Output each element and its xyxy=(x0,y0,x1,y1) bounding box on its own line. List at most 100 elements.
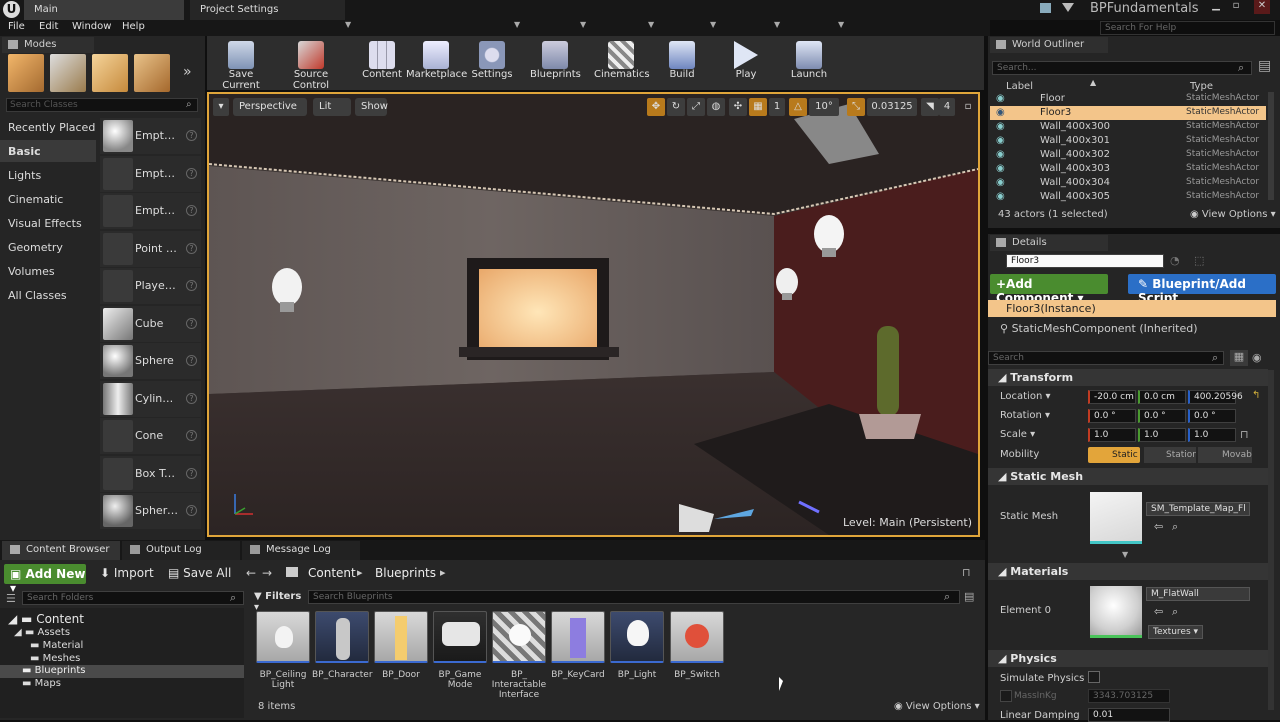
mesh-thumbnail[interactable] xyxy=(1090,492,1142,544)
asset-tile[interactable] xyxy=(610,611,664,663)
outliner-view-options[interactable]: ◉ View Options ▾ xyxy=(1190,209,1276,220)
placeable-point-light[interactable]: Point Ligh? xyxy=(100,231,201,267)
material-thumbnail[interactable] xyxy=(1090,586,1142,638)
tab-output-log[interactable]: Output Log xyxy=(122,541,240,560)
outliner-row[interactable]: ◉ Wall_400x302 StaticMeshActor xyxy=(990,148,1266,162)
physics-section-header[interactable]: ◢ Physics xyxy=(988,650,1268,667)
type-column-header[interactable]: Type xyxy=(1190,81,1213,92)
help-icon[interactable]: ? xyxy=(186,280,197,291)
eye-icon[interactable]: ◉ xyxy=(996,121,1005,132)
location-z-field[interactable]: 400.20596 xyxy=(1188,390,1243,404)
forward-arrow-icon[interactable]: → xyxy=(262,566,272,580)
help-icon[interactable]: ? xyxy=(186,430,197,441)
show-button[interactable]: Show xyxy=(355,98,388,116)
outliner-row[interactable]: ◉ Wall_400x301 StaticMeshActor xyxy=(990,134,1266,148)
details-settings-icon[interactable]: ⬚ xyxy=(1194,254,1204,267)
scale-icon[interactable]: ⤢ xyxy=(687,98,705,116)
content-button[interactable]: Content xyxy=(360,36,404,86)
outliner-row[interactable]: ◉ Floor StaticMeshActor xyxy=(990,92,1266,106)
minimize-button[interactable]: ▁ xyxy=(1208,0,1224,14)
eye-icon[interactable]: ◉ xyxy=(996,93,1005,104)
mass-override-checkbox[interactable] xyxy=(1000,690,1012,702)
actor-name-field[interactable]: Floor3 xyxy=(1006,254,1164,268)
placeable-cube[interactable]: Cube? xyxy=(100,306,201,342)
category-basic[interactable]: Basic xyxy=(0,140,96,162)
maximize-viewport-icon[interactable]: ▫ xyxy=(961,98,975,116)
category-recently-placed[interactable]: Recently Placed xyxy=(0,116,96,138)
maximize-button[interactable]: ▫ xyxy=(1228,0,1244,14)
tree-item-maps[interactable]: ▬ Maps xyxy=(22,678,61,689)
translate-icon[interactable]: ✥ xyxy=(647,98,665,116)
add-component-button[interactable]: +Add Component ▾ xyxy=(990,274,1108,305)
save-current-button[interactable]: Save Current xyxy=(210,36,272,91)
scale-x-field[interactable]: 1.0 xyxy=(1088,428,1136,442)
scale-snap-value[interactable]: 0.03125 xyxy=(867,98,917,116)
content-view-options[interactable]: ◉ View Options ▾ xyxy=(894,701,980,712)
eye-icon[interactable]: ◉ xyxy=(996,191,1005,202)
eye-icon[interactable]: ◉ xyxy=(996,107,1005,118)
rotation-snap-value[interactable]: 10° xyxy=(809,98,839,116)
lock-icon[interactable]: ◔ xyxy=(1170,254,1180,267)
sources-toggle-icon[interactable]: ☰ xyxy=(6,592,16,605)
outliner-row[interactable]: ◉ Wall_400x303 StaticMeshActor xyxy=(990,162,1266,176)
viewport-options-icon[interactable]: ▾ xyxy=(213,98,229,116)
source-control-button[interactable]: Source Control xyxy=(276,36,346,91)
help-icon[interactable]: ? xyxy=(186,355,197,366)
grid-snap-value[interactable]: 1 xyxy=(769,98,785,116)
help-search-input[interactable]: Search For Help xyxy=(1100,21,1275,35)
help-icon[interactable]: ? xyxy=(186,243,197,254)
details-tab[interactable]: Details xyxy=(990,235,1108,251)
lit-button[interactable]: Lit xyxy=(313,98,351,116)
expand-arrow-icon[interactable]: ▼ xyxy=(1122,550,1128,559)
scale-y-field[interactable]: 1.0 xyxy=(1138,428,1186,442)
help-icon[interactable]: ? xyxy=(186,468,197,479)
menu-file[interactable]: File xyxy=(8,21,25,32)
category-geometry[interactable]: Geometry xyxy=(0,236,96,258)
location-label[interactable]: Location ▾ xyxy=(1000,391,1051,402)
scale-z-field[interactable]: 1.0 xyxy=(1188,428,1236,442)
landscape-mode-icon[interactable] xyxy=(92,54,128,92)
asset-tile[interactable] xyxy=(433,611,487,663)
component-row[interactable]: ⚲ StaticMeshComponent (Inherited) xyxy=(1000,322,1198,335)
category-all-classes[interactable]: All Classes xyxy=(0,284,96,306)
save-all-button[interactable]: ▤ Save All xyxy=(168,566,231,580)
tab-project-settings[interactable]: Project Settings xyxy=(190,0,345,20)
eye-icon[interactable]: ◉ xyxy=(996,135,1005,146)
help-icon[interactable]: ? xyxy=(186,318,197,329)
category-lights[interactable]: Lights xyxy=(0,164,96,186)
blueprints-dropdown-icon[interactable]: ▼ xyxy=(580,20,586,29)
help-icon[interactable]: ? xyxy=(186,205,197,216)
launch-dropdown-icon[interactable]: ▼ xyxy=(838,20,844,29)
placeable-box-trigger[interactable]: Box Trigg? xyxy=(100,456,201,492)
tab-content-browser[interactable]: Content Browser xyxy=(2,541,120,560)
camera-speed-value[interactable]: 4 xyxy=(939,98,955,116)
location-x-field[interactable]: -20.0 cm xyxy=(1088,390,1136,404)
mobility-stationary-button[interactable]: Statior xyxy=(1144,447,1196,463)
asset-tile[interactable] xyxy=(670,611,724,663)
rotation-snap-icon[interactable]: △ xyxy=(789,98,807,116)
outliner-scrollbar[interactable] xyxy=(1268,92,1274,200)
dropdown-icon[interactable] xyxy=(1062,3,1074,12)
outliner-search-input[interactable]: Search... xyxy=(992,61,1252,75)
grid-snap-icon[interactable]: ▦ xyxy=(749,98,767,116)
perspective-button[interactable]: Perspective xyxy=(233,98,307,116)
outliner-row[interactable]: ◉ Wall_400x300 StaticMeshActor xyxy=(990,120,1266,134)
category-volumes[interactable]: Volumes xyxy=(0,260,96,282)
tree-item-assets[interactable]: ◢ ▬ Assets xyxy=(14,627,70,638)
breadcrumb-blueprints[interactable]: Blueprints xyxy=(375,566,436,580)
outliner-settings-icon[interactable]: ▤ xyxy=(1258,58,1271,74)
reset-arrow-icon[interactable]: ↰ xyxy=(1252,390,1260,401)
category-visual-effects[interactable]: Visual Effects xyxy=(0,212,96,234)
outliner-row[interactable]: ◉ Wall_400x304 StaticMeshActor xyxy=(990,176,1266,190)
placeable-cylinder[interactable]: Cylinder? xyxy=(100,381,201,417)
rotation-label[interactable]: Rotation ▾ xyxy=(1000,410,1050,421)
more-modes-icon[interactable]: » xyxy=(183,64,192,80)
source-control-dropdown-icon[interactable]: ▼ xyxy=(345,20,351,29)
close-button[interactable]: ✕ xyxy=(1254,0,1270,14)
paint-mode-icon[interactable] xyxy=(50,54,86,92)
modes-tab[interactable]: Modes xyxy=(2,37,94,53)
world-outliner-tab[interactable]: World Outliner xyxy=(990,37,1108,53)
placeable-player-start[interactable]: Player St? xyxy=(100,268,201,304)
tab-main[interactable]: Main xyxy=(24,0,184,20)
eye-icon[interactable]: ◉ xyxy=(1252,351,1262,364)
